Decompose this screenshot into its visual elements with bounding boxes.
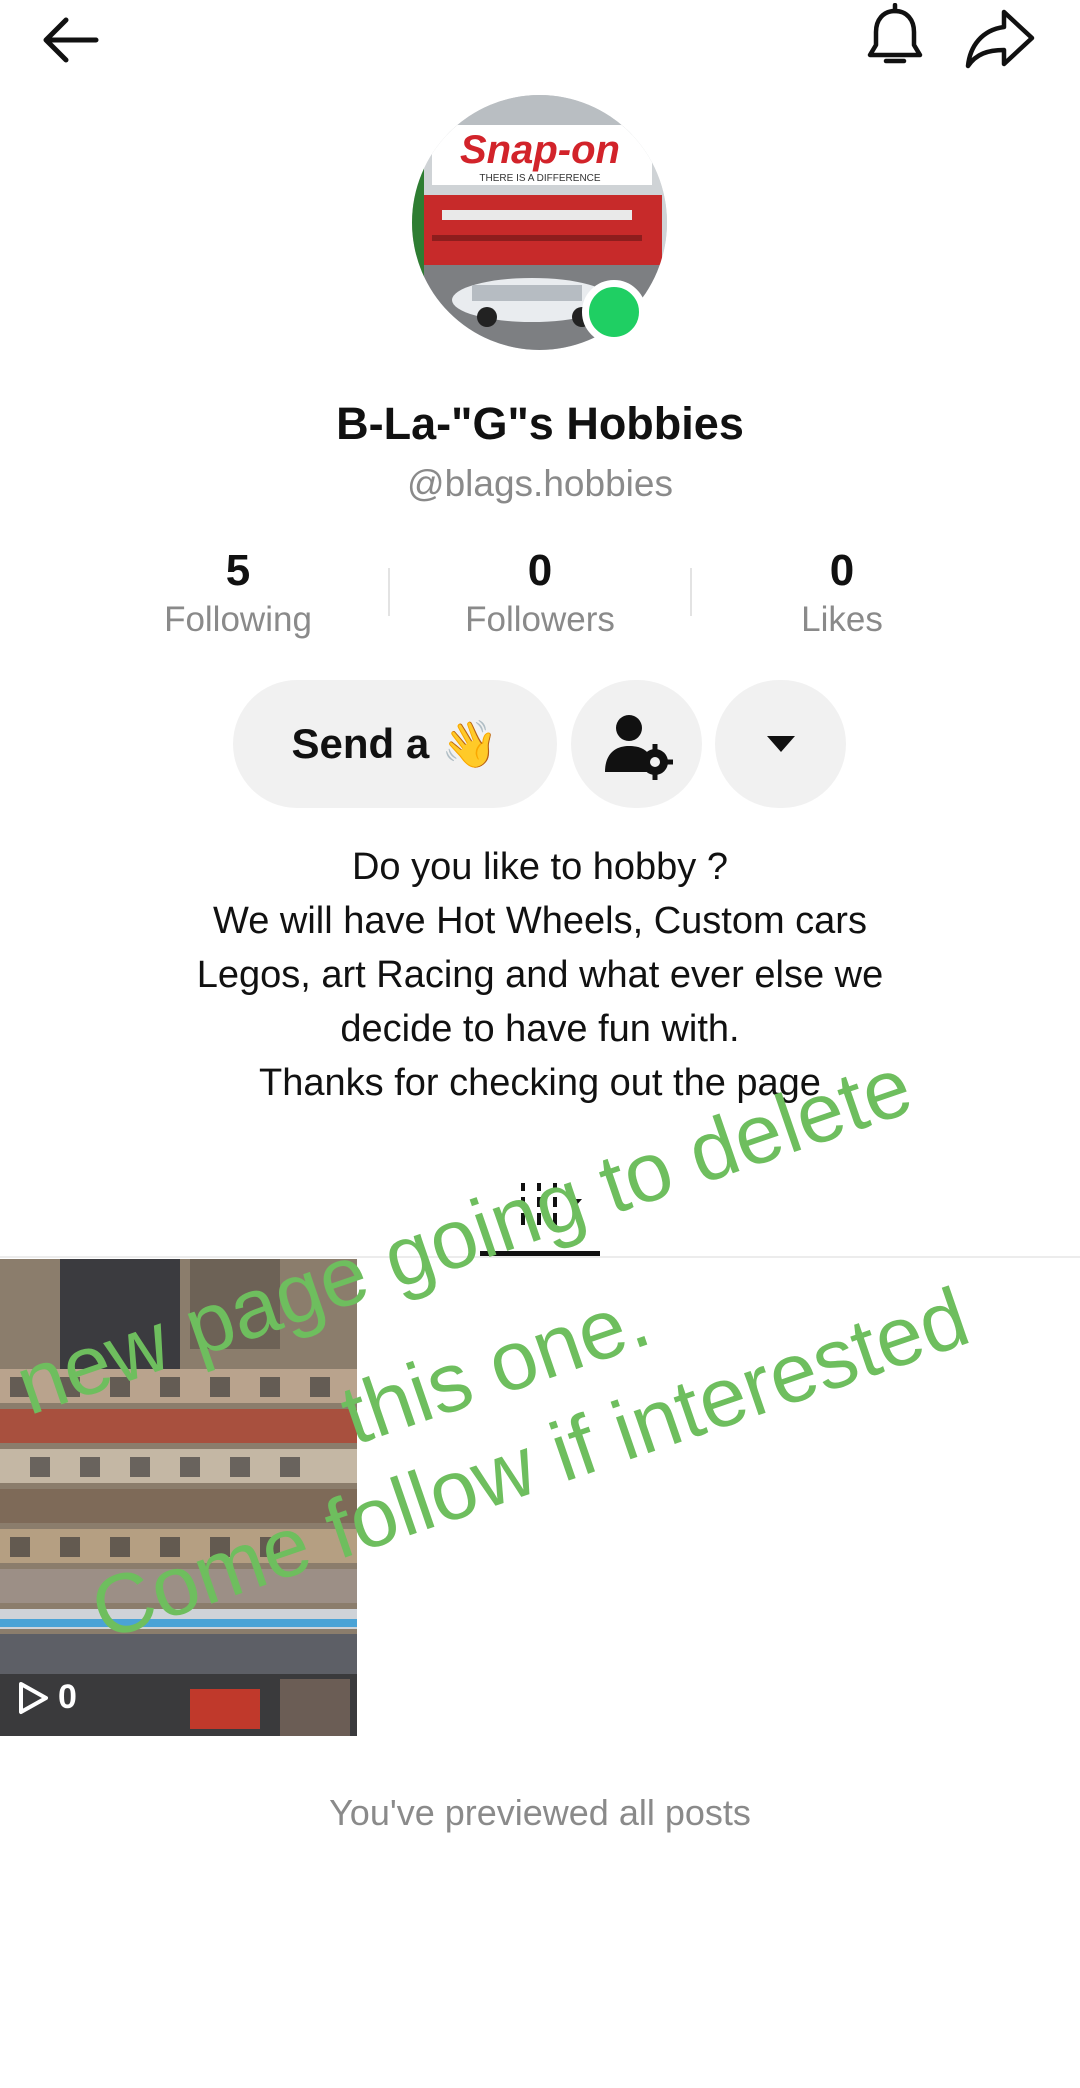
view-count-value: 0 [58, 1678, 77, 1716]
username: @blags.hobbies [407, 463, 673, 504]
stat-followers[interactable]: 0 Followers [390, 545, 690, 643]
bio-line: Do you like to hobby ? [351, 846, 728, 888]
share-icon [965, 9, 1035, 68]
stat-likes[interactable]: 0 Likes [692, 545, 992, 643]
send-wave-label: Send a [291, 720, 430, 767]
bio-line: decide to have fun with. [340, 1008, 740, 1050]
user-gear-icon [604, 715, 673, 780]
caret-down-icon [766, 736, 795, 752]
notifications-button[interactable] [855, 0, 935, 75]
stat-label: Following [164, 600, 312, 639]
share-button[interactable] [955, 0, 1045, 75]
back-button[interactable] [30, 5, 110, 75]
stat-value: 0 [829, 546, 855, 595]
video-view-count: 0 [16, 1678, 77, 1717]
bio-line: We will have Hot Wheels, Custom cars [213, 900, 867, 942]
stat-value: 5 [225, 546, 251, 595]
more-options-dropdown[interactable] [715, 680, 846, 808]
arrow-left-icon [43, 17, 99, 63]
stat-value: 0 [527, 546, 553, 595]
end-of-posts-text: You've previewed all posts [329, 1792, 751, 1833]
stat-label: Likes [801, 600, 883, 639]
online-status-indicator [582, 280, 646, 344]
display-name: B-La-"G"s Hobbies [336, 398, 744, 449]
bell-icon [867, 2, 923, 63]
send-wave-button[interactable]: Send a 👋 [233, 680, 557, 808]
stat-following[interactable]: 5 Following [88, 545, 388, 643]
wave-emoji-icon: 👋 [441, 717, 499, 770]
svg-text:THERE IS A DIFFERENCE: THERE IS A DIFFERENCE [479, 173, 600, 184]
play-icon [19, 1681, 48, 1714]
bio-line: Legos, art Racing and what ever else we [196, 954, 884, 996]
svg-text:Snap-on: Snap-on [460, 128, 620, 172]
stat-label: Followers [465, 600, 615, 639]
friend-settings-button[interactable] [571, 680, 702, 808]
